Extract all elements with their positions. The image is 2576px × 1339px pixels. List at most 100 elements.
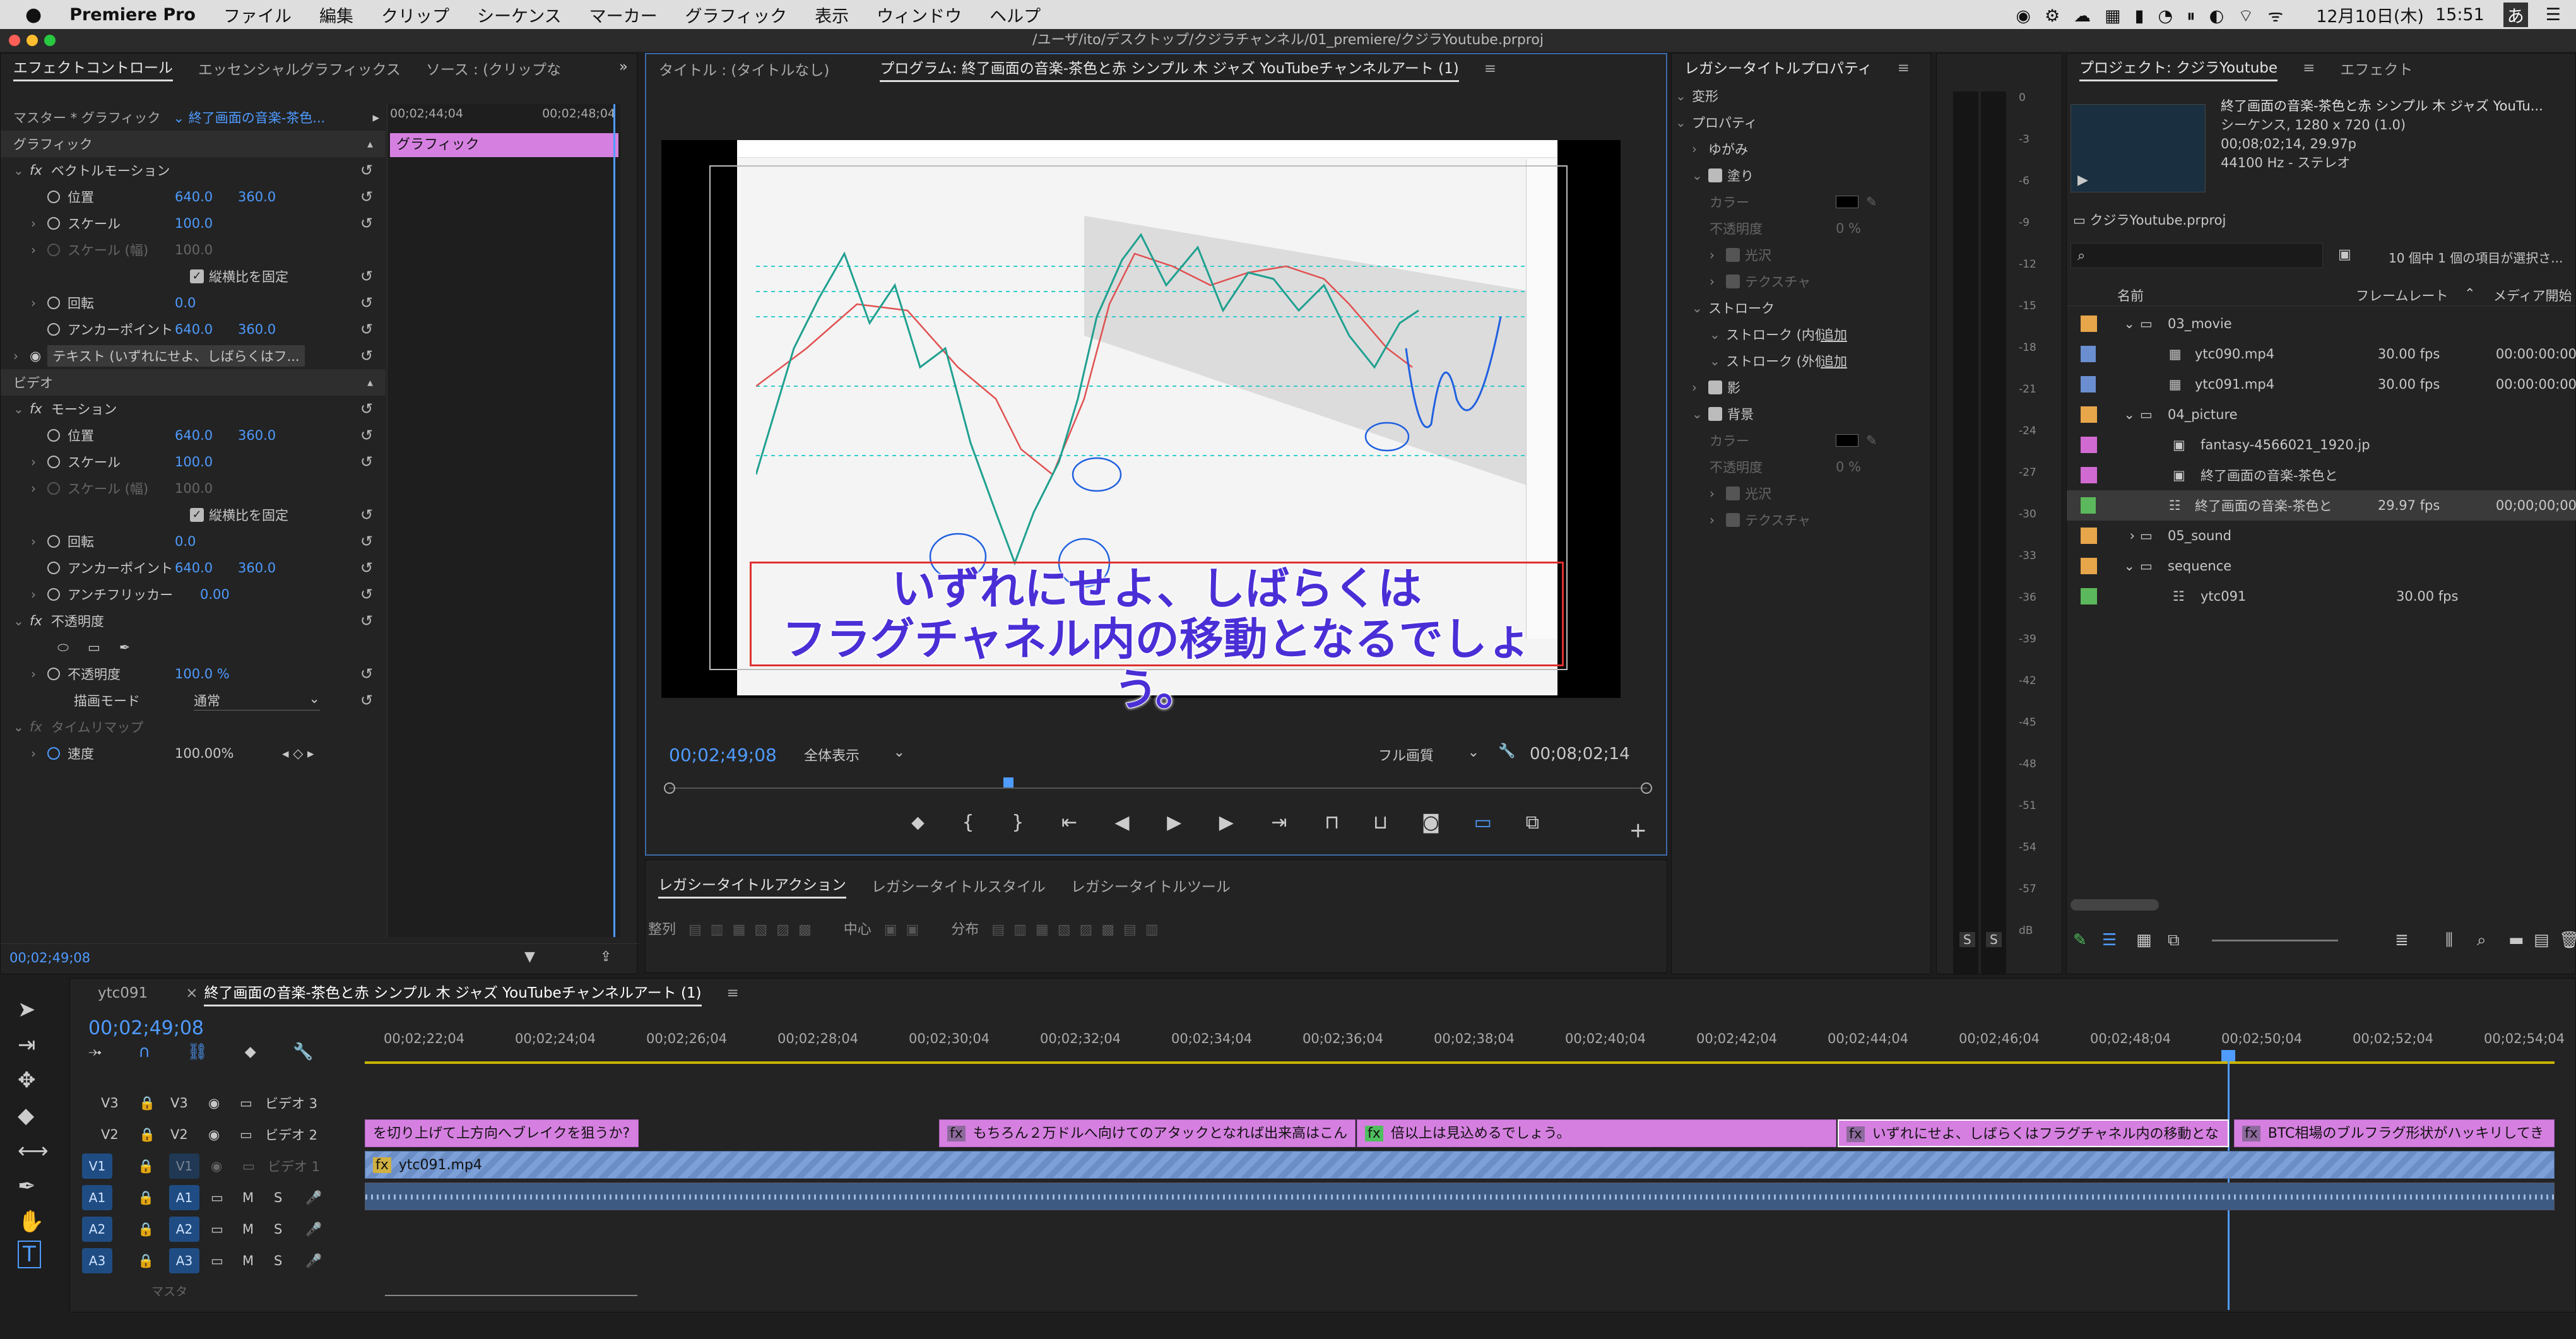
reset-icon[interactable]: ↺ <box>360 188 373 206</box>
mic-icon[interactable]: 🎤 <box>305 1190 322 1206</box>
stopwatch-icon[interactable] <box>47 747 60 760</box>
fit-dropdown[interactable]: 全体表示 ⌄ <box>804 745 905 765</box>
quality-dropdown[interactable]: フル画質 ⌄ <box>1378 745 1479 765</box>
v1-video-clip[interactable]: fx ytc091.mp4 <box>365 1151 2555 1179</box>
export-frame-icon[interactable]: ◙ <box>1422 811 1440 834</box>
lock-icon[interactable]: 🔒 <box>138 1190 169 1206</box>
filter-icon[interactable]: ▼ <box>524 949 535 965</box>
list-view-icon[interactable]: ☰ <box>2102 931 2117 950</box>
reset-icon[interactable]: ↺ <box>360 215 373 232</box>
lock-icon[interactable]: 🔒 <box>138 1253 169 1269</box>
color-swatch[interactable] <box>1836 196 1858 208</box>
menu-view[interactable]: 表示 <box>815 3 849 27</box>
mark-out-icon[interactable]: } <box>1012 811 1024 834</box>
find-icon[interactable]: ⌕ <box>2477 931 2486 950</box>
source-patch-a3[interactable]: A3 <box>82 1248 112 1273</box>
reset-icon[interactable]: ↺ <box>360 453 373 471</box>
panel-menu-icon[interactable]: ≡ <box>1484 61 1496 77</box>
hand-tool-icon[interactable]: ✋ <box>18 1209 44 1234</box>
ime-indicator[interactable]: あ <box>2503 2 2528 27</box>
reset-icon[interactable]: ↺ <box>360 321 373 338</box>
reset-icon[interactable]: ↺ <box>360 294 373 312</box>
sync-icon[interactable]: ▭ <box>211 1222 242 1237</box>
v2-clip[interactable]: を切り上げて上方向へブレイクを狙うか? <box>365 1119 639 1147</box>
tab-legacy-styles[interactable]: レガシータイトルスタイル <box>871 875 1046 896</box>
sync-icon[interactable]: ▭ <box>240 1095 265 1111</box>
source-patch-v1[interactable]: V1 <box>82 1153 112 1179</box>
eye-icon[interactable]: ◉ <box>208 1127 240 1142</box>
lock-icon[interactable]: 🔒 <box>138 1159 169 1174</box>
eyedropper-icon[interactable]: ✎ <box>1866 194 1877 209</box>
stopwatch-icon[interactable] <box>47 668 60 680</box>
lock-icon[interactable]: 🔒 <box>139 1127 170 1143</box>
menu-marker[interactable]: マーカー <box>589 3 658 27</box>
project-search-input[interactable]: ⌕ <box>2071 243 2323 268</box>
close-tab-icon[interactable]: × <box>186 985 198 1001</box>
tab-project[interactable]: プロジェクト: クジラYoutube <box>2079 56 2278 81</box>
panel-menu-icon[interactable]: ≡ <box>2303 60 2315 76</box>
razor-icon[interactable]: ◆ <box>18 1103 34 1128</box>
lock-ratio-checkbox[interactable]: ✓ <box>190 508 204 522</box>
pen-mask-icon[interactable]: ✒ <box>119 640 131 655</box>
track-target-v1[interactable]: V1 <box>169 1153 199 1179</box>
stopwatch-icon[interactable] <box>47 456 60 468</box>
safe-margins-icon[interactable]: ▭ <box>1474 811 1492 834</box>
mini-playhead[interactable] <box>613 104 615 937</box>
tab-legacy-tools[interactable]: レガシータイトルツール <box>1071 875 1231 896</box>
add-marker-icon[interactable]: ⬥ <box>245 1042 256 1061</box>
panel-menu-icon[interactable]: ≡ <box>727 985 739 1001</box>
freeform-view-icon[interactable]: ⧉ <box>2168 931 2180 950</box>
add-outer-stroke-link[interactable]: 追加 <box>1821 351 1847 370</box>
wrench-icon[interactable]: 🔧 <box>1498 743 1515 759</box>
clock-time[interactable]: 15:51 <box>2435 5 2484 25</box>
track-target-a1[interactable]: A1 <box>169 1185 199 1210</box>
window-close-button[interactable] <box>9 35 20 46</box>
prop-distort[interactable]: › ゆがみ <box>1672 136 1930 162</box>
prop-fill[interactable]: ⌄ 塗り <box>1672 162 1930 189</box>
tab-effect-controls[interactable]: エフェクトコントロール <box>13 56 173 81</box>
stopwatch-icon[interactable] <box>47 562 60 574</box>
menu-clip[interactable]: クリップ <box>381 3 449 27</box>
v2-clip[interactable]: fx 倍以上は見込めるでしょう。 <box>1357 1119 1836 1147</box>
solo-button[interactable]: S <box>274 1253 305 1268</box>
ellipse-mask-icon[interactable]: ⬭ <box>57 640 69 656</box>
sync-icon[interactable]: ▭ <box>211 1253 242 1268</box>
solo-right-button[interactable]: S <box>1986 932 2002 947</box>
apple-menu-icon[interactable]: ● <box>25 4 42 26</box>
reset-icon[interactable]: ↺ <box>360 612 373 630</box>
type-tool-icon[interactable]: T <box>18 1241 41 1268</box>
project-row[interactable]: ⌄ ▭ sequence <box>2067 551 2576 581</box>
project-row[interactable]: ☷ ytc091 30.00 fps <box>2067 581 2576 611</box>
tab-main-sequence[interactable]: 終了画面の音楽-茶色と赤 シンプル 木 ジャズ YouTubeチャンネルアート … <box>204 981 702 1006</box>
marker-icon[interactable]: ⬥ <box>911 811 925 834</box>
pos-x-value[interactable]: 640.0 <box>175 189 238 204</box>
source-patch-a2[interactable]: A2 <box>82 1217 112 1242</box>
linked-selection-icon[interactable]: ⛓ <box>187 1042 208 1061</box>
lift-icon[interactable]: ⊓ <box>1325 811 1339 834</box>
monitor-scrubber[interactable] <box>664 774 1652 799</box>
step-forward-icon[interactable]: ▶ <box>1219 811 1234 834</box>
lock-ratio-checkbox[interactable]: ✓ <box>190 269 204 283</box>
track-target[interactable]: V3 <box>170 1095 208 1111</box>
snap-icon[interactable]: ∩ <box>138 1042 150 1061</box>
v2-clip[interactable]: fx BTC相場のブルフラグ形状がハッキリしてき <box>2234 1119 2555 1147</box>
disclosure-icon[interactable]: ⌄ <box>2110 558 2135 574</box>
background-checkbox[interactable] <box>1708 407 1722 421</box>
mute-button[interactable]: M <box>242 1222 274 1237</box>
timeline-h-scrollbar[interactable] <box>385 1295 637 1305</box>
lock-icon[interactable]: 🔒 <box>139 1095 170 1111</box>
prop-stroke[interactable]: ⌄ ストローク <box>1672 295 1930 321</box>
monitor-timecode[interactable]: 00;02;49;08 <box>669 745 777 765</box>
zoom-slider[interactable] <box>2212 940 2338 941</box>
mic-icon[interactable]: 🎤 <box>305 1253 322 1269</box>
go-to-in-icon[interactable]: ⇤ <box>1061 811 1077 834</box>
stopwatch-icon[interactable] <box>47 429 60 442</box>
menu-window[interactable]: ウィンドウ <box>877 3 962 27</box>
track-select-icon[interactable]: ⇥ <box>18 1032 36 1058</box>
pos-y-value[interactable]: 360.0 <box>238 189 276 204</box>
timeremap-row[interactable]: ⌄ fx タイムリマップ <box>1 714 386 740</box>
menu-edit[interactable]: 編集 <box>319 3 353 27</box>
automate-icon[interactable]: ⫼ <box>2445 931 2453 950</box>
tab-essential-graphics[interactable]: エッセンシャルグラフィックス <box>198 57 401 79</box>
solo-button[interactable]: S <box>274 1222 305 1237</box>
